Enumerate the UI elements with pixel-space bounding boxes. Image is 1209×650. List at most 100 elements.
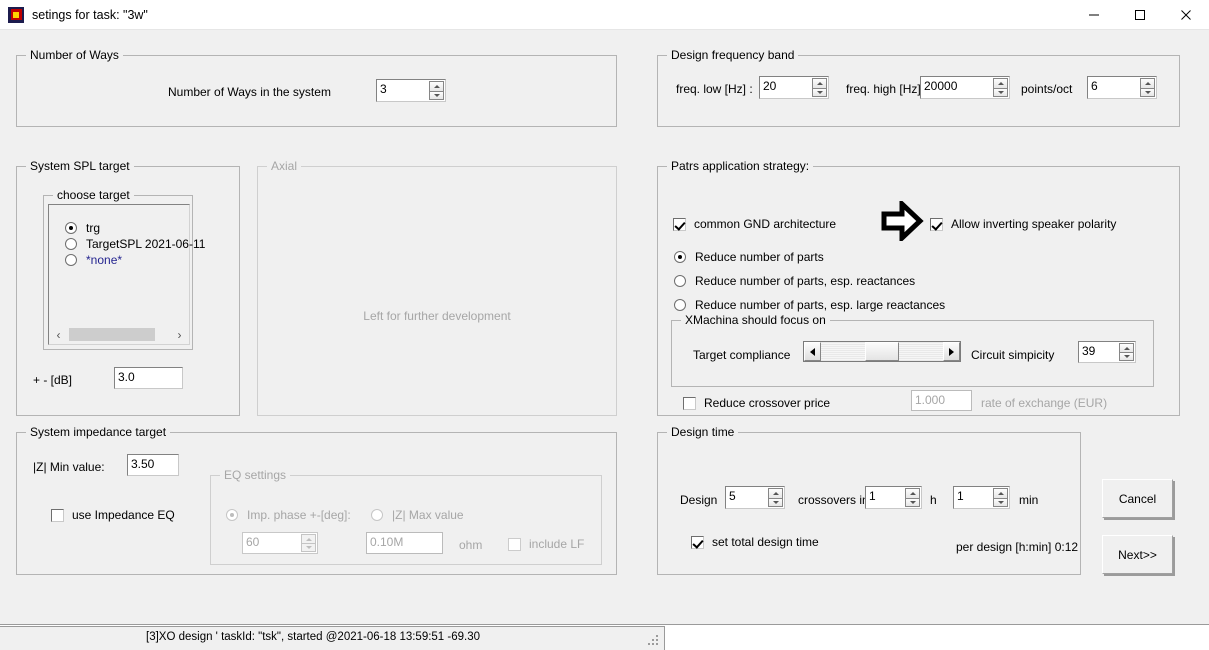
radio-indicator[interactable] [65, 238, 77, 250]
points-per-oct-increment[interactable] [1140, 78, 1155, 88]
checkbox-use-impedance-eq[interactable]: use Impedance EQ [51, 508, 175, 522]
group-axial-title: Axial [267, 159, 302, 173]
rate-of-exchange-label: rate of exchange (EUR) [981, 396, 1108, 410]
group-system-spl-target: System SPL target choose target trg Targ… [16, 159, 240, 416]
imp-phase-stepper[interactable]: 60 [242, 532, 318, 554]
target-option-trg[interactable]: trg [65, 221, 100, 235]
hscroll-trough[interactable] [67, 326, 171, 343]
radio-indicator[interactable] [674, 251, 686, 263]
group-eq-settings: EQ settings Imp. phase +-[deg]: |Z| Max … [210, 468, 602, 565]
status-bar: [3]XO design ' taskId: "tsk", started @2… [0, 626, 1209, 650]
checkbox-include-lf[interactable]: include LF [508, 537, 584, 551]
design-minutes-stepper[interactable]: 1 [953, 486, 1010, 509]
cancel-button[interactable]: Cancel [1102, 479, 1173, 518]
design-hours-stepper[interactable]: 1 [865, 486, 922, 509]
target-option-targetspl[interactable]: TargetSPL 2021-06-11 [65, 237, 205, 251]
checkbox-set-total-design-time[interactable]: set total design time [691, 535, 819, 549]
radio-indicator[interactable] [65, 254, 77, 266]
circuit-simplicity-stepper[interactable]: 39 [1078, 341, 1136, 363]
target-option-none[interactable]: *none* [65, 253, 122, 267]
group-design-frequency-band: Design frequency band freq. low [Hz] : 2… [657, 48, 1180, 127]
freq-low-stepper[interactable]: 20 [759, 76, 829, 99]
design-count-decrement[interactable] [768, 497, 783, 507]
resize-grip-icon[interactable] [646, 633, 660, 647]
chevron-right-icon[interactable]: › [171, 326, 188, 343]
radio-indicator[interactable] [674, 299, 686, 311]
z-max-input[interactable]: 0.10M [366, 532, 443, 554]
radio-indicator[interactable] [371, 509, 383, 521]
slider-left-arrow-icon[interactable] [804, 342, 821, 361]
window-controls [1071, 0, 1209, 30]
right-arrow-annotation-icon [880, 198, 924, 246]
group-system-impedance-target: System impedance target |Z| Min value: 3… [16, 425, 617, 575]
checkbox-indicator[interactable] [51, 508, 64, 522]
points-per-oct-decrement[interactable] [1140, 87, 1155, 97]
checkbox-indicator[interactable] [691, 535, 704, 549]
freq-low-decrement[interactable] [812, 87, 827, 97]
number-of-ways-stepper[interactable]: 3 [376, 79, 446, 102]
imp-phase-increment[interactable] [301, 534, 316, 543]
window-title: setings for task: "3w" [32, 7, 148, 22]
focus-balance-slider[interactable] [803, 341, 961, 362]
close-button[interactable] [1163, 0, 1209, 30]
maximize-button[interactable] [1117, 0, 1163, 30]
checkbox-indicator[interactable] [673, 217, 686, 231]
design-minutes-decrement[interactable] [993, 497, 1008, 507]
group-number-of-ways: Number of Ways Number of Ways in the sys… [16, 48, 617, 127]
radio-reduce-parts-large-reactances[interactable]: Reduce number of parts, esp. large react… [674, 298, 945, 312]
db-offset-label: + - [dB] [33, 373, 73, 387]
radio-reduce-parts-label: Reduce number of parts [695, 250, 824, 264]
number-of-ways-decrement[interactable] [429, 90, 444, 100]
radio-reduce-parts-reactances[interactable]: Reduce number of parts, esp. reactances [674, 274, 915, 288]
rate-of-exchange-input[interactable]: 1.000 [911, 390, 972, 411]
z-min-input[interactable]: 3.50 [127, 454, 179, 476]
db-offset-input[interactable]: 3.0 [114, 367, 183, 389]
status-bar-text: [3]XO design ' taskId: "tsk", started @2… [146, 631, 481, 643]
minimize-button[interactable] [1071, 0, 1117, 30]
slider-trough[interactable] [821, 342, 943, 361]
checkbox-reduce-crossover-price[interactable]: Reduce crossover price [683, 396, 830, 410]
freq-high-label: freq. high [Hz] : [846, 82, 928, 96]
design-hours-decrement[interactable] [905, 497, 920, 507]
chevron-left-icon[interactable]: ‹ [50, 326, 67, 343]
number-of-ways-increment[interactable] [429, 81, 444, 91]
checkbox-indicator[interactable] [683, 396, 696, 410]
slider-thumb[interactable] [865, 342, 899, 361]
target-listbox-hscrollbar[interactable]: ‹ › [50, 326, 188, 343]
group-xmachina-focus: XMachina should focus on Target complian… [671, 313, 1154, 387]
design-count-stepper[interactable]: 5 [725, 486, 785, 509]
radio-indicator[interactable] [674, 275, 686, 287]
slider-right-arrow-icon[interactable] [943, 342, 960, 361]
design-minutes-increment[interactable] [993, 488, 1008, 498]
hscroll-thumb[interactable] [69, 328, 155, 341]
target-listbox[interactable]: trg TargetSPL 2021-06-11 *none* ‹ › [48, 204, 205, 345]
group-choose-target: choose target trg TargetSPL 2021-06-11 *… [43, 188, 205, 350]
circuit-simplicity-increment[interactable] [1119, 343, 1134, 352]
freq-high-increment[interactable] [993, 78, 1008, 88]
design-hours-increment[interactable] [905, 488, 920, 498]
freq-high-stepper[interactable]: 20000 [920, 76, 1010, 99]
radio-z-max[interactable]: |Z| Max value [371, 508, 464, 522]
radio-indicator[interactable] [65, 222, 77, 234]
design-count-increment[interactable] [768, 488, 783, 498]
checkbox-indicator[interactable] [930, 217, 943, 231]
ohm-label: ohm [459, 538, 483, 552]
checkbox-allow-inverting-polarity[interactable]: Allow inverting speaker polarity [930, 217, 1116, 231]
freq-high-decrement[interactable] [993, 87, 1008, 97]
next-button[interactable]: Next>> [1102, 535, 1173, 574]
imp-phase-decrement[interactable] [301, 543, 316, 552]
radio-reduce-parts[interactable]: Reduce number of parts [674, 250, 824, 264]
checkbox-indicator[interactable] [508, 537, 521, 551]
group-design-time: Design time Design 5 crossovers in 1 h 1… [657, 425, 1081, 575]
radio-indicator[interactable] [226, 509, 238, 521]
circuit-simplicity-decrement[interactable] [1119, 352, 1134, 361]
radio-imp-phase-label: Imp. phase +-[deg]: [247, 508, 351, 522]
checkbox-allow-inverting-label: Allow inverting speaker polarity [951, 217, 1117, 231]
radio-reduce-parts-large-reactances-label: Reduce number of parts, esp. large react… [695, 298, 946, 312]
number-of-ways-stepper-arrows[interactable] [429, 81, 444, 100]
radio-imp-phase[interactable]: Imp. phase +-[deg]: [226, 508, 351, 522]
freq-low-increment[interactable] [812, 78, 827, 88]
axial-placeholder-text: Left for further development [363, 309, 511, 323]
points-per-oct-stepper[interactable]: 6 [1087, 76, 1157, 99]
checkbox-common-gnd-architecture[interactable]: common GND architecture [673, 217, 836, 231]
